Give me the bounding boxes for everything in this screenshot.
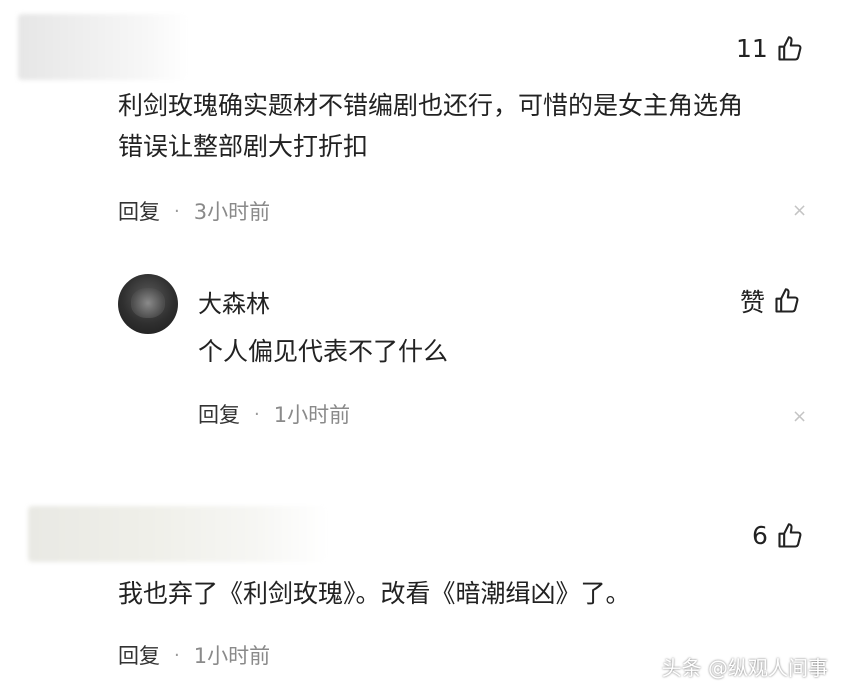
reply-reply-button[interactable]: 回复 <box>198 399 240 429</box>
reply-meta: 回复 · 1小时前 <box>198 399 350 429</box>
timestamp: 1小时前 <box>193 644 271 668</box>
close-icon[interactable]: × <box>792 202 807 220</box>
watermark: 头条 @纵观人间事 <box>661 656 828 680</box>
reply-button[interactable]: 回复 <box>118 640 160 670</box>
separator-dot: · <box>254 403 260 425</box>
avatar[interactable] <box>118 274 178 334</box>
reply-like-label: 赞 <box>740 288 766 317</box>
like-button[interactable]: 6 <box>752 521 804 550</box>
thumbs-up-icon <box>775 288 799 313</box>
reply-text: 个人偏见代表不了什么 <box>198 337 449 366</box>
like-button[interactable]: 11 <box>736 34 804 63</box>
separator-dot: · <box>174 644 180 666</box>
comment-text-line-2: 错误让整部剧大打折扣 <box>118 132 369 161</box>
blurred-username <box>28 506 328 562</box>
comment-meta: 回复 · 3小时前 <box>118 196 270 226</box>
like-count: 6 <box>752 521 768 550</box>
like-count: 11 <box>736 34 768 63</box>
separator-dot: · <box>174 200 180 222</box>
comment-text: 我也弃了《利剑玫瑰》。改看《暗潮缉凶》了。 <box>118 579 631 608</box>
thumbs-up-icon <box>778 522 802 548</box>
timestamp: 3小时前 <box>193 200 271 224</box>
timestamp: 1小时前 <box>273 403 351 427</box>
thumbs-up-icon <box>778 35 802 61</box>
reply-username[interactable]: 大森林 <box>198 284 270 319</box>
blurred-username <box>18 14 188 80</box>
reply-like-button[interactable]: 赞 <box>740 283 801 319</box>
reply-button[interactable]: 回复 <box>118 196 160 226</box>
comment-text-line-1: 利剑玫瑰确实题材不错编剧也还行，可惜的是女主角选角 <box>118 91 744 120</box>
comment-meta: 回复 · 1小时前 <box>118 640 270 670</box>
close-icon[interactable]: × <box>792 408 807 426</box>
